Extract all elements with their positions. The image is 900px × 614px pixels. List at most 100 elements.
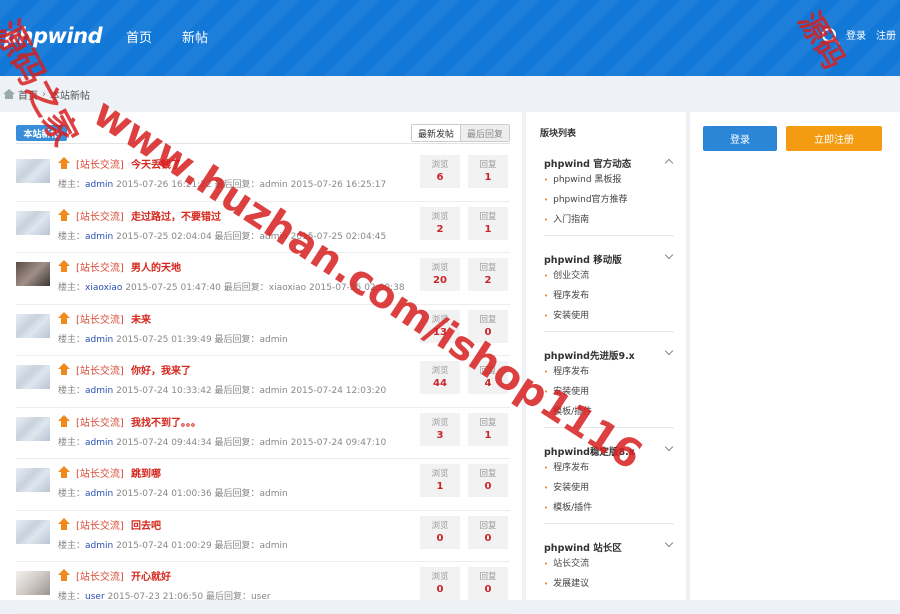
thread-up-icon: [58, 157, 70, 169]
chevron-down-icon[interactable]: [664, 346, 674, 356]
author-link[interactable]: user: [85, 592, 105, 602]
breadcrumb-home[interactable]: 首页: [18, 87, 38, 102]
post-title-link[interactable]: 走过路过，不要错过: [131, 212, 221, 223]
chevron-down-icon[interactable]: [664, 250, 674, 260]
nav-home-link[interactable]: 首页: [126, 27, 152, 46]
forum-link[interactable]: phpwind官方推荐: [544, 190, 674, 210]
author-link[interactable]: admin: [85, 180, 113, 190]
post-info: 2015-07-25 02:04:04 最后回复：admin 2015-07-2…: [116, 231, 387, 242]
post-category-link[interactable]: [站长交流]: [76, 469, 124, 480]
replies-stat: 回复 0: [468, 464, 508, 497]
header-register-link[interactable]: 注册: [876, 27, 896, 42]
post-title-link[interactable]: 你好，我来了: [131, 366, 191, 377]
author-link[interactable]: admin: [85, 232, 113, 242]
post-row: [站长交流] 跳到哪 楼主：admin 2015-07-24 01:00:36 …: [16, 459, 510, 511]
forum-group-header[interactable]: phpwind 移动版: [544, 250, 674, 266]
search-icon[interactable]: [822, 27, 836, 42]
forum-link[interactable]: 模板/插件: [544, 402, 674, 422]
post-category-link[interactable]: [站长交流]: [76, 160, 124, 171]
author-link[interactable]: xiaoxiao: [85, 283, 122, 293]
author-label: 楼主：: [58, 592, 86, 602]
forum-link[interactable]: 模板/插件: [544, 498, 674, 518]
forum-group-name: phpwind 官方动态: [544, 159, 632, 170]
forum-link[interactable]: 安装使用: [544, 478, 674, 498]
site-logo[interactable]: phpwind: [4, 24, 103, 48]
forum-link[interactable]: 安装使用: [544, 306, 674, 326]
post-row: [站长交流] 走过路过，不要错过 楼主：admin 2015-07-25 02:…: [16, 202, 510, 253]
chevron-down-icon[interactable]: [664, 442, 674, 452]
views-stat: 浏览 13: [420, 309, 460, 343]
forum-link[interactable]: 发展建议: [544, 574, 674, 594]
author-link[interactable]: admin: [85, 438, 113, 448]
post-category-link[interactable]: [站长交流]: [76, 315, 124, 326]
post-row: [站长交流] 我找不到了。。。 楼主：admin 2015-07-24 09:4…: [16, 408, 510, 459]
replies-count: 0: [484, 481, 492, 492]
tab-new-posts[interactable]: 本站新帖: [16, 125, 67, 141]
forum-link[interactable]: phpwind 黑板报: [544, 170, 674, 190]
login-button[interactable]: 登录: [703, 126, 777, 151]
post-category-link[interactable]: [站长交流]: [76, 521, 124, 532]
sort-latest-post-button[interactable]: 最新发帖: [412, 125, 461, 141]
post-category-link[interactable]: [站长交流]: [76, 572, 124, 583]
chevron-up-icon[interactable]: [664, 158, 674, 168]
post-title-link[interactable]: 跳到哪: [131, 469, 161, 480]
views-count: 44: [433, 378, 447, 389]
avatar[interactable]: [16, 519, 50, 544]
post-category-link[interactable]: [站长交流]: [76, 212, 124, 223]
thread-up-icon: [58, 414, 70, 427]
forum-link[interactable]: 站长交流: [544, 554, 674, 574]
author-link[interactable]: admin: [85, 386, 113, 396]
post-title-link[interactable]: 今天丢钱了: [131, 160, 181, 171]
forum-list-title: 版块列表: [540, 129, 577, 139]
forum-group-header[interactable]: phpwind稳定版8.x: [544, 442, 674, 458]
forum-link[interactable]: 程序发布: [544, 458, 674, 478]
forum-group-header[interactable]: phpwind先进版9.x: [544, 346, 674, 362]
divider: [544, 234, 674, 236]
avatar[interactable]: [16, 416, 50, 441]
sort-latest-reply-button[interactable]: 最后回复: [461, 125, 509, 141]
author-label: 楼主：: [58, 231, 86, 242]
post-category-link[interactable]: [站长交流]: [76, 263, 124, 274]
forum-link[interactable]: 安装使用: [544, 382, 674, 402]
author-label: 楼主：: [58, 334, 86, 345]
replies-count: 0: [484, 584, 492, 595]
forum-group-header[interactable]: phpwind 站长区: [544, 538, 674, 554]
header-login-link[interactable]: 登录: [846, 27, 866, 42]
divider: [16, 143, 510, 144]
avatar[interactable]: [16, 365, 50, 389]
avatar[interactable]: [16, 313, 50, 338]
divider: [544, 426, 674, 428]
post-title-link[interactable]: 开心就好: [131, 572, 171, 583]
post-title-link[interactable]: 男人的天地: [131, 263, 181, 274]
post-info: 2015-07-24 10:33:42 最后回复：admin 2015-07-2…: [116, 386, 387, 396]
main-nav: 首页 新帖: [126, 27, 208, 46]
post-title-link[interactable]: 回去吧: [131, 521, 161, 532]
avatar[interactable]: [16, 468, 50, 492]
post-title-link[interactable]: 未来: [131, 315, 151, 326]
avatar[interactable]: [16, 159, 50, 183]
author-link[interactable]: admin: [85, 489, 113, 499]
avatar[interactable]: [16, 210, 50, 235]
post-category-link[interactable]: [站长交流]: [76, 366, 124, 377]
author-link[interactable]: admin: [85, 335, 113, 345]
avatar[interactable]: [16, 262, 50, 286]
avatar[interactable]: [16, 571, 50, 595]
replies-label: 回复: [479, 314, 497, 325]
forum-link[interactable]: 入门指南: [544, 210, 674, 230]
nav-new-posts-link[interactable]: 新帖: [182, 27, 208, 46]
replies-label: 回复: [479, 263, 497, 273]
chevron-down-icon[interactable]: [664, 538, 674, 548]
views-label: 浏览: [431, 366, 449, 376]
register-button[interactable]: 立即注册: [786, 126, 882, 151]
post-row: [站长交流] 男人的天地 楼主：xiaoxiao 2015-07-25 01:4…: [16, 253, 510, 305]
divider: [544, 522, 674, 524]
home-icon[interactable]: [3, 89, 15, 99]
post-category-link[interactable]: [站长交流]: [76, 418, 124, 429]
post-title-link[interactable]: 我找不到了。。。: [131, 418, 201, 429]
forum-link[interactable]: 创业交流: [544, 266, 674, 286]
author-link[interactable]: admin: [85, 541, 113, 551]
author-label: 楼主：: [58, 180, 86, 190]
forum-link[interactable]: 程序发布: [544, 362, 674, 382]
forum-group-header[interactable]: phpwind 官方动态: [544, 156, 674, 170]
forum-link[interactable]: 程序发布: [544, 286, 674, 306]
